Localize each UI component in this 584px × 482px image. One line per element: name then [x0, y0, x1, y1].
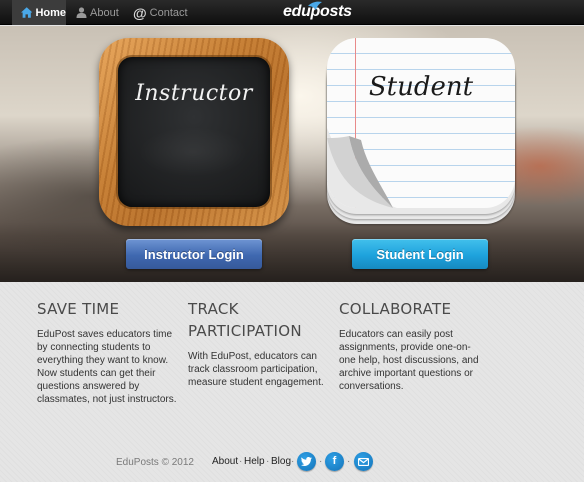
feature-title: TRACK PARTICIPATION — [188, 300, 302, 340]
feature-collaborate: COLLABORATE Educators can easily post as… — [339, 298, 479, 393]
features-section: SAVE TIME EduPost saves educators time b… — [0, 282, 584, 482]
footer: EduPosts © 2012 About · Help · Blog · · … — [0, 452, 584, 474]
nav-about[interactable]: About — [76, 0, 119, 25]
student-tile[interactable]: Student — [327, 38, 515, 224]
nav-contact-label: Contact — [149, 6, 188, 19]
footer-link-help[interactable]: Help — [244, 456, 265, 467]
email-icon — [358, 457, 369, 466]
nav-contact[interactable]: @ Contact — [133, 0, 188, 25]
footer-separator: · — [239, 456, 243, 467]
instructor-tile[interactable]: Instructor — [99, 38, 289, 226]
at-icon: @ — [133, 4, 147, 21]
student-login-button[interactable]: Student Login — [352, 239, 488, 269]
student-tile-label: Student — [368, 72, 474, 102]
feature-body: With EduPost, educators can track classr… — [188, 351, 324, 388]
hero-banner: Instructor Student Instructor Login Stud… — [0, 26, 584, 282]
footer-link-blog[interactable]: Blog — [271, 456, 291, 467]
feature-track-participation: TRACK PARTICIPATION With EduPost, educat… — [188, 298, 328, 389]
page-curl-icon — [327, 128, 397, 208]
nav-about-label: About — [90, 6, 119, 19]
facebook-icon: f — [332, 455, 337, 467]
instructor-tile-label: Instructor — [135, 81, 253, 106]
feature-title: COLLABORATE — [339, 300, 452, 318]
copyright-text: EduPosts © 2012 — [116, 457, 194, 468]
twitter-icon — [301, 457, 312, 466]
email-button[interactable] — [354, 452, 373, 471]
twitter-button[interactable] — [297, 452, 316, 471]
feature-body: EduPost saves educators time by connecti… — [37, 329, 177, 405]
site-logo[interactable]: eduposts — [283, 1, 352, 23]
facebook-button[interactable]: f — [325, 452, 344, 471]
footer-link-about[interactable]: About — [212, 456, 238, 467]
instructor-login-button[interactable]: Instructor Login — [126, 239, 262, 269]
footer-separator: · — [291, 456, 295, 467]
nav-home-label: Home — [35, 6, 66, 19]
footer-separator: · — [266, 456, 270, 467]
chalkboard: Instructor — [118, 57, 270, 207]
feature-body: Educators can easily post assignments, p… — [339, 329, 479, 392]
notepad: Student — [327, 38, 515, 208]
footer-separator: · — [347, 456, 351, 467]
home-icon — [21, 7, 33, 18]
footer-separator: · — [319, 456, 323, 467]
top-nav: Home About @ Contact eduposts — [0, 0, 584, 25]
feature-title: SAVE TIME — [37, 300, 120, 318]
user-icon — [76, 7, 87, 18]
nav-home[interactable]: Home — [12, 0, 66, 25]
bird-icon — [308, 1, 322, 10]
feature-save-time: SAVE TIME EduPost saves educators time b… — [37, 298, 183, 406]
chalk-smudge — [138, 127, 248, 177]
